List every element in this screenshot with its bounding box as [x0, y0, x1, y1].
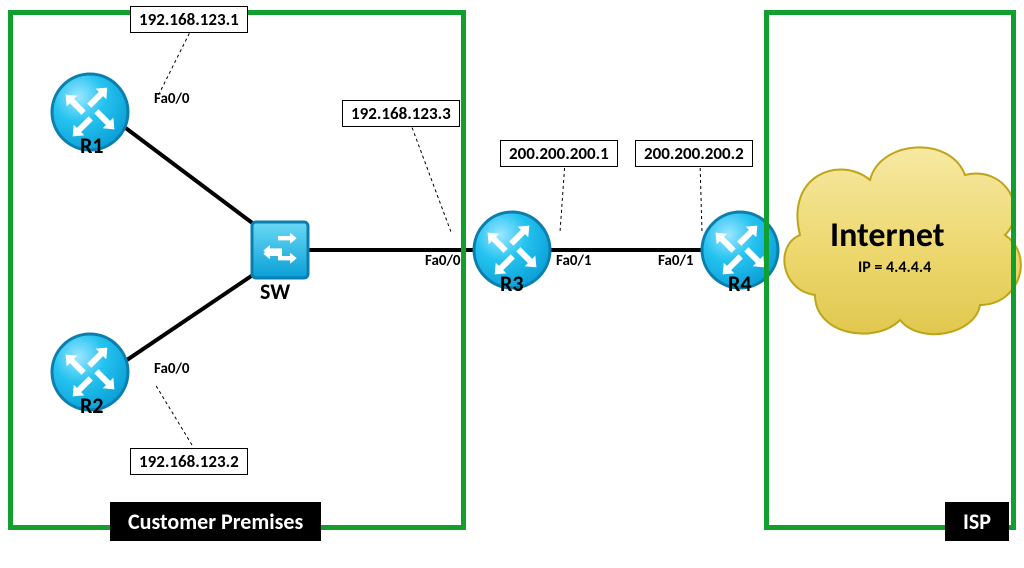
r2-ip: 192.168.123.2: [130, 448, 248, 475]
r1-label: R1: [80, 132, 104, 159]
r3-wan-ip: 200.200.200.1: [500, 140, 618, 167]
r3-port-lan: Fa0/0: [425, 252, 461, 270]
sw-label: SW: [260, 278, 290, 305]
r2-port: Fa0/0: [154, 360, 190, 378]
r4-wan-ip: 200.200.200.2: [635, 140, 753, 167]
r3-lan-ip: 192.168.123.3: [342, 100, 460, 127]
r3-port-wan: Fa0/1: [556, 252, 592, 270]
r1-port: Fa0/0: [154, 90, 190, 108]
internet-ip: IP = 4.4.4.4: [858, 258, 931, 277]
customer-zone-label: Customer Premises: [110, 502, 321, 541]
r1-ip: 192.168.123.1: [130, 6, 248, 33]
internet-label: Internet: [830, 215, 944, 256]
r4-label: R4: [728, 270, 752, 297]
r3-label: R3: [500, 270, 524, 297]
isp-zone-label: ISP: [945, 502, 1009, 541]
r2-label: R2: [80, 392, 104, 419]
r4-port-wan: Fa0/1: [658, 252, 694, 270]
